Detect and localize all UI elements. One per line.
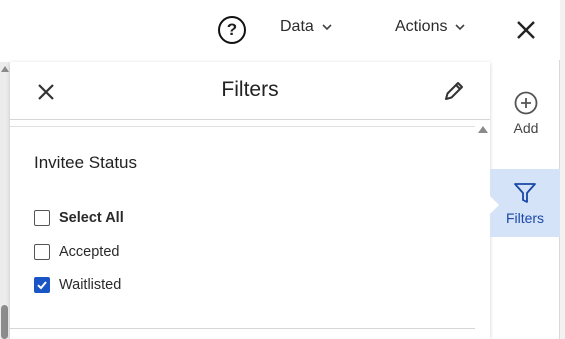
pencil-icon[interactable] <box>441 78 467 104</box>
checkbox-label: Waitlisted <box>59 277 122 293</box>
rail-add-button[interactable]: Add <box>492 90 560 150</box>
selection-pointer <box>490 196 499 214</box>
actions-menu-button[interactable]: Actions <box>395 18 467 36</box>
left-scrollbar-thumb[interactable] <box>1 305 8 339</box>
section-title: Invitee Status <box>34 153 138 172</box>
checkbox-box[interactable] <box>34 244 50 260</box>
data-menu-button[interactable]: Data <box>280 18 334 36</box>
plus-circle-icon <box>514 91 538 115</box>
help-icon: ? <box>226 20 238 39</box>
rail-filters-label: Filters <box>505 210 545 226</box>
background-strip <box>560 0 565 339</box>
checkmark-icon <box>37 281 47 290</box>
chevron-down-icon <box>455 24 466 31</box>
help-button[interactable]: ? <box>218 16 246 44</box>
rail-filters-button[interactable]: Filters <box>490 169 560 237</box>
checkbox-label: Accepted <box>59 244 120 260</box>
scroll-up-arrow-icon[interactable] <box>1 66 9 72</box>
checkbox-label: Select All <box>59 210 124 226</box>
close-icon[interactable] <box>514 18 538 42</box>
checkbox-box[interactable] <box>34 210 50 226</box>
app-window: ? Data Actions Filters Invitee Status Se… <box>0 0 560 339</box>
select-all-checkbox[interactable]: Select All <box>34 210 124 226</box>
funnel-icon <box>514 183 536 203</box>
panel-title: Filters <box>221 78 279 101</box>
rail-add-label: Add <box>513 120 539 136</box>
filters-panel-header: Filters <box>10 62 490 120</box>
chevron-down-icon <box>322 24 332 31</box>
filters-panel: Filters Invitee Status Select All Accept… <box>10 62 490 339</box>
left-scroll-area <box>0 62 10 339</box>
scroll-up-arrow-icon[interactable] <box>478 126 488 133</box>
top-bar: ? Data Actions <box>0 0 560 60</box>
actions-menu-label: Actions <box>395 18 448 35</box>
divider <box>10 328 475 329</box>
accepted-checkbox[interactable]: Accepted <box>34 244 119 260</box>
divider <box>10 126 475 127</box>
checkbox-box[interactable] <box>34 277 50 293</box>
waitlisted-checkbox[interactable]: Waitlisted <box>34 277 121 293</box>
data-menu-label: Data <box>280 18 314 35</box>
